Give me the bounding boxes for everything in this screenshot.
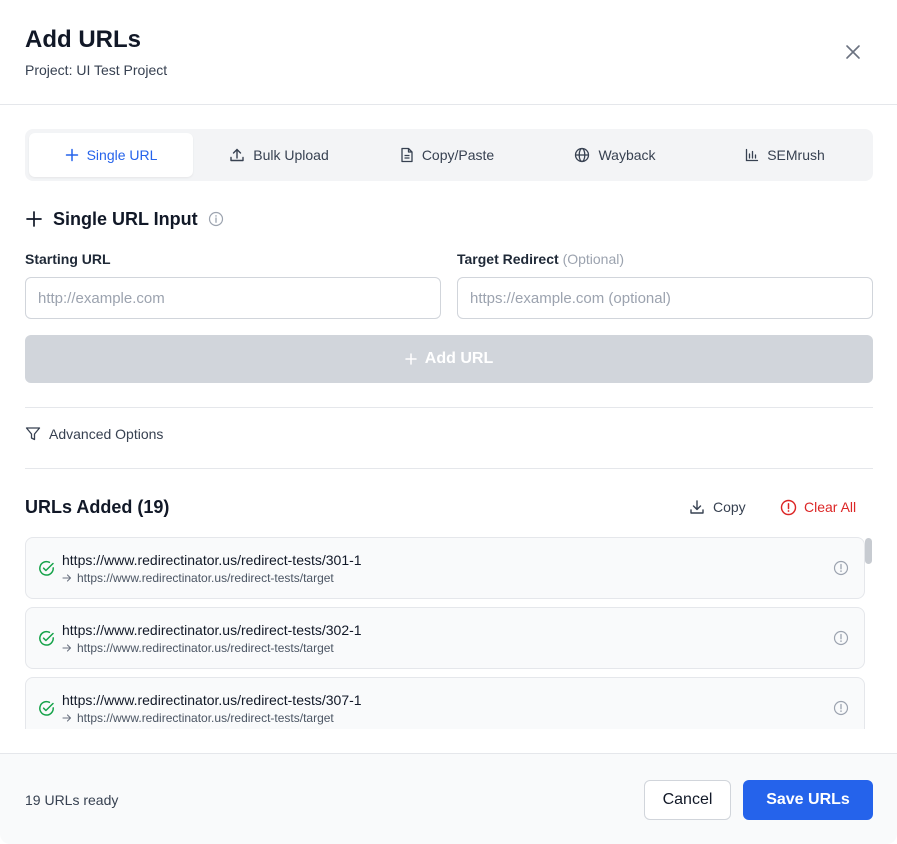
copy-button[interactable]: Copy bbox=[689, 497, 746, 517]
target-url: https://www.redirectinator.us/redirect-t… bbox=[77, 711, 334, 725]
info-icon[interactable] bbox=[208, 211, 224, 227]
target-redirect-input[interactable] bbox=[457, 277, 873, 319]
clear-all-label: Clear All bbox=[804, 499, 857, 515]
target-redirect-label-text: Target Redirect bbox=[457, 251, 559, 267]
list-item: https://www.redirectinator.us/redirect-t… bbox=[25, 677, 865, 729]
tab-copy-paste[interactable]: Copy/Paste bbox=[365, 133, 529, 177]
bar-chart-icon bbox=[746, 148, 759, 162]
input-method-tabs: Single URL Bulk Upload Copy/Paste Waybac… bbox=[25, 129, 873, 181]
plus-icon bbox=[65, 148, 78, 162]
target-url-line: https://www.redirectinator.us/redirect-t… bbox=[62, 571, 334, 585]
dialog-subtitle: Project: UI Test Project bbox=[25, 62, 168, 78]
dialog-header: Add URLs Project: UI Test Project bbox=[0, 0, 897, 105]
source-url: https://www.redirectinator.us/redirect-t… bbox=[62, 552, 362, 568]
url-list-scrollbar[interactable] bbox=[864, 537, 873, 729]
single-url-section-title: Single URL Input bbox=[25, 207, 224, 231]
list-item: https://www.redirectinator.us/redirect-t… bbox=[25, 537, 865, 599]
source-url: https://www.redirectinator.us/redirect-t… bbox=[62, 692, 362, 708]
plus-icon bbox=[26, 211, 42, 227]
save-urls-button[interactable]: Save URLs bbox=[743, 780, 873, 820]
tab-label: Wayback bbox=[598, 147, 656, 163]
dialog-title: Add URLs bbox=[25, 26, 141, 53]
clear-all-button[interactable]: Clear All bbox=[780, 497, 856, 517]
target-url-line: https://www.redirectinator.us/redirect-t… bbox=[62, 641, 334, 655]
arrow-right-icon bbox=[62, 714, 72, 722]
target-url: https://www.redirectinator.us/redirect-t… bbox=[77, 571, 334, 585]
urls-added-title: URLs Added (19) bbox=[25, 497, 170, 517]
scrollbar-thumb[interactable] bbox=[865, 538, 872, 564]
list-item: https://www.redirectinator.us/redirect-t… bbox=[25, 607, 865, 669]
target-url: https://www.redirectinator.us/redirect-t… bbox=[77, 641, 334, 655]
plus-icon bbox=[405, 353, 417, 365]
check-circle-icon bbox=[39, 630, 54, 646]
copy-label: Copy bbox=[713, 499, 746, 515]
tab-single-url[interactable]: Single URL bbox=[29, 133, 193, 177]
filter-icon bbox=[25, 427, 41, 441]
ready-status: 19 URLs ready bbox=[25, 792, 119, 808]
target-url-line: https://www.redirectinator.us/redirect-t… bbox=[62, 711, 334, 725]
document-icon bbox=[401, 147, 413, 163]
upload-icon bbox=[230, 148, 244, 162]
target-redirect-label: Target Redirect (Optional) bbox=[457, 251, 624, 267]
advanced-options-label: Advanced Options bbox=[49, 426, 164, 442]
tab-wayback[interactable]: Wayback bbox=[533, 133, 697, 177]
arrow-right-icon bbox=[62, 574, 72, 582]
tab-label: SEMrush bbox=[767, 147, 825, 163]
tab-label: Copy/Paste bbox=[421, 147, 495, 163]
tab-label: Single URL bbox=[86, 147, 158, 163]
optional-hint: (Optional) bbox=[562, 251, 625, 267]
info-icon[interactable] bbox=[833, 560, 849, 576]
cancel-button[interactable]: Cancel bbox=[644, 780, 731, 820]
info-icon[interactable] bbox=[833, 700, 849, 716]
arrow-right-icon bbox=[62, 644, 72, 652]
globe-icon bbox=[575, 147, 590, 163]
tab-bulk-upload[interactable]: Bulk Upload bbox=[197, 133, 361, 177]
divider bbox=[25, 468, 873, 469]
section-title-text: Single URL Input bbox=[53, 208, 198, 229]
info-icon[interactable] bbox=[833, 630, 849, 646]
check-circle-icon bbox=[39, 700, 54, 716]
url-list: https://www.redirectinator.us/redirect-t… bbox=[25, 537, 875, 729]
alert-circle-icon bbox=[780, 499, 797, 515]
dialog-footer: 19 URLs ready Cancel Save URLs bbox=[0, 753, 897, 844]
check-circle-icon bbox=[39, 560, 54, 576]
add-url-button[interactable]: Add URL bbox=[25, 335, 873, 383]
download-icon bbox=[690, 500, 704, 514]
close-icon bbox=[846, 45, 860, 59]
add-url-label: Add URL bbox=[424, 350, 494, 367]
divider bbox=[25, 407, 873, 408]
tab-label: Bulk Upload bbox=[253, 147, 329, 163]
starting-url-input[interactable] bbox=[25, 277, 441, 319]
add-urls-dialog: Add URLs Project: UI Test Project Single… bbox=[0, 0, 897, 844]
starting-url-label: Starting URL bbox=[25, 251, 111, 267]
advanced-options-toggle[interactable]: Advanced Options bbox=[25, 424, 163, 444]
close-button[interactable] bbox=[838, 37, 868, 67]
source-url: https://www.redirectinator.us/redirect-t… bbox=[62, 622, 362, 638]
tab-semrush[interactable]: SEMrush bbox=[701, 133, 869, 177]
